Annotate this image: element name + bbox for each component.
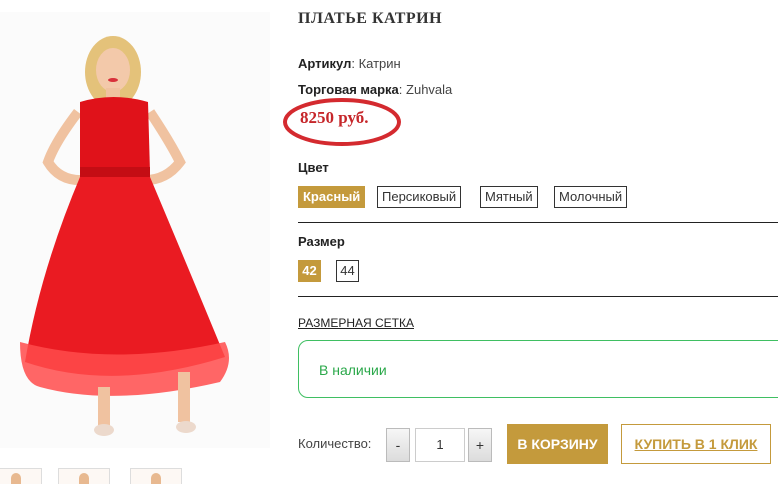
product-title: ПЛАТЬЕ КАТРИН bbox=[298, 10, 443, 27]
availability-status: В наличии bbox=[319, 362, 387, 378]
brand-value: : Zuhvala bbox=[398, 82, 453, 97]
quantity-input[interactable]: 1 bbox=[415, 428, 465, 462]
sku-value: : Катрин bbox=[351, 56, 401, 71]
color-option-peach[interactable]: Персиковый bbox=[377, 186, 462, 208]
divider bbox=[298, 222, 778, 223]
quantity-decrease-button[interactable]: - bbox=[386, 428, 410, 462]
brand-label: Торговая марка bbox=[298, 82, 399, 97]
add-to-cart-button[interactable]: В КОРЗИНУ bbox=[507, 424, 608, 464]
quantity-label: Количество: bbox=[298, 436, 372, 451]
availability-box: В наличии bbox=[298, 340, 778, 398]
size-chart-link[interactable]: РАЗМЕРНАЯ СЕТКА bbox=[298, 316, 414, 330]
divider bbox=[298, 296, 778, 297]
color-label: Цвет bbox=[298, 160, 329, 175]
color-option-milk[interactable]: Молочный bbox=[554, 186, 628, 208]
quantity-increase-button[interactable]: + bbox=[468, 428, 492, 462]
thumbnail-strip bbox=[0, 468, 270, 484]
thumbnail-3[interactable] bbox=[130, 468, 182, 484]
thumbnail-1[interactable] bbox=[0, 468, 42, 484]
color-option-mint[interactable]: Мятный bbox=[480, 186, 538, 208]
sku-row: Артикул: Катрин bbox=[298, 56, 401, 71]
size-option-42[interactable]: 42 bbox=[298, 260, 321, 282]
size-option-44[interactable]: 44 bbox=[336, 260, 359, 282]
product-price: 8250 руб. bbox=[300, 108, 369, 127]
buy-one-click-button[interactable]: КУПИТЬ В 1 КЛИК bbox=[621, 424, 771, 464]
color-option-red[interactable]: Красный bbox=[298, 186, 366, 208]
sku-label: Артикул bbox=[298, 56, 352, 71]
thumbnail-2[interactable] bbox=[58, 468, 110, 484]
product-photo[interactable] bbox=[0, 12, 270, 448]
brand-row: Торговая марка: Zuhvala bbox=[298, 82, 452, 97]
dress-illustration bbox=[0, 12, 270, 448]
size-label: Размер bbox=[298, 234, 345, 249]
